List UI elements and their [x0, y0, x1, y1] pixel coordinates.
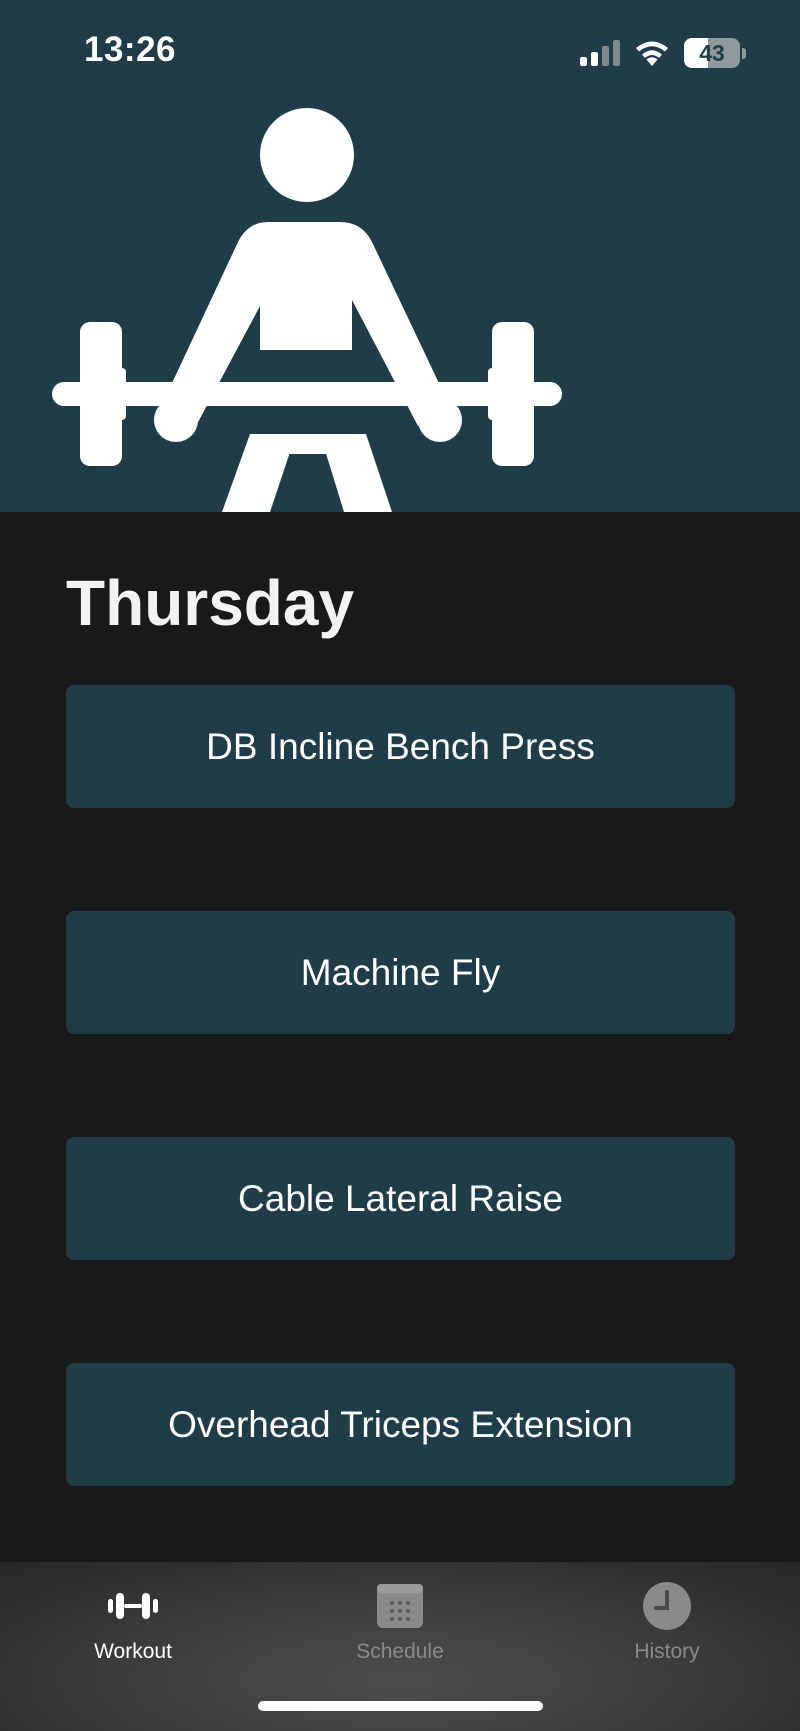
- exercise-list: DB Incline Bench Press Machine Fly Cable…: [66, 685, 735, 1589]
- calendar-icon: [376, 1580, 424, 1632]
- dumbbell-icon: [108, 1580, 158, 1632]
- tab-history-label: History: [634, 1640, 700, 1663]
- weightlifter-icon: [52, 108, 562, 512]
- app-screen: 13:26 43 Thursday DB Incline Bench Press…: [0, 0, 800, 1731]
- exercise-button-machine-fly[interactable]: Machine Fly: [66, 911, 735, 1034]
- hero-header: 13:26 43: [0, 0, 800, 512]
- status-icons: 43: [580, 36, 746, 70]
- tab-workout-label: Workout: [94, 1640, 172, 1663]
- tab-schedule[interactable]: Schedule: [320, 1580, 480, 1664]
- page-title: Thursday: [66, 567, 355, 639]
- tab-history[interactable]: History: [587, 1580, 747, 1664]
- status-time: 13:26: [84, 30, 177, 69]
- exercise-button-cable-lateral-raise[interactable]: Cable Lateral Raise: [66, 1137, 735, 1260]
- battery-level: 43: [699, 40, 725, 66]
- clock-icon: [642, 1580, 692, 1632]
- tab-schedule-label: Schedule: [356, 1640, 444, 1663]
- exercise-button-overhead-triceps-extension[interactable]: Overhead Triceps Extension: [66, 1363, 735, 1486]
- battery-icon: 43: [684, 38, 740, 68]
- battery-cap: [742, 47, 746, 59]
- tab-workout[interactable]: Workout: [53, 1580, 213, 1664]
- exercise-button-db-incline-bench-press[interactable]: DB Incline Bench Press: [66, 685, 735, 808]
- home-indicator[interactable]: [258, 1701, 543, 1711]
- wifi-icon: [636, 41, 668, 66]
- cellular-signal-icon: [580, 40, 620, 66]
